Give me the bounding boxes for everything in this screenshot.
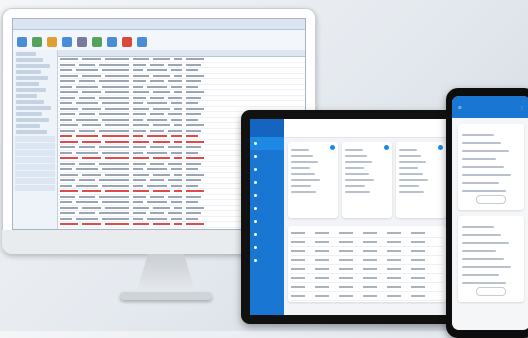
nav-pane-button[interactable] [15,157,55,163]
monitor-stand [136,254,196,294]
tree-item[interactable] [16,64,50,68]
table-row[interactable] [291,292,443,301]
tree-item[interactable] [16,82,39,86]
nav-dot-icon [254,181,257,184]
nav-pane-button[interactable] [15,171,55,177]
tree-item[interactable] [16,106,51,110]
ribbon-button[interactable] [122,37,132,47]
info-icon [330,145,335,150]
table-row[interactable] [291,247,443,256]
table-row[interactable] [291,229,443,238]
info-icon [438,145,443,150]
phone-card-button[interactable] [476,195,506,204]
tablet-sidebar [250,119,284,315]
ribbon-button[interactable] [32,37,42,47]
tablet-nav-item[interactable] [250,163,284,176]
nav-dot-icon [254,233,257,236]
table-row[interactable] [291,256,443,265]
tablet-nav-item[interactable] [250,189,284,202]
nav-dot-icon [254,220,257,223]
tablet-nav-item[interactable] [250,215,284,228]
nav-pane-button[interactable] [15,136,55,142]
tablet-nav-item[interactable] [250,202,284,215]
phone-card[interactable] [458,216,524,302]
tree-item[interactable] [16,118,49,122]
desktop-titlebar [13,19,305,30]
monitor-stand-base [120,292,212,300]
nav-pane-button[interactable] [15,185,55,191]
tablet-nav-item[interactable] [250,176,284,189]
phone-card-button[interactable] [476,287,506,296]
tablet-card[interactable] [342,142,392,218]
grid-header [58,50,305,57]
phone-device: ☰ ⋮ [446,88,528,338]
tablet-main [284,119,450,315]
nav-pane-button[interactable] [15,178,55,184]
nav-pane-button[interactable] [15,143,55,149]
phone-card[interactable] [458,124,524,210]
nav-dot-icon [254,155,257,158]
tree-item[interactable] [16,100,44,104]
table-row[interactable] [291,283,443,292]
table-row[interactable] [291,238,443,247]
ribbon-button[interactable] [47,37,57,47]
nav-dot-icon [254,168,257,171]
nav-dot-icon [254,207,257,210]
phone-header: ☰ ⋮ [452,96,528,118]
nav-dot-icon [254,246,257,249]
tree-item[interactable] [16,130,47,134]
tablet-cards [284,138,450,222]
tree-item[interactable] [16,112,42,116]
tree-item[interactable] [16,76,48,80]
tree-item[interactable] [16,52,36,56]
nav-dot-icon [254,259,257,262]
nav-dot-icon [254,142,257,145]
tablet-card[interactable] [288,142,338,218]
info-icon [384,145,389,150]
tablet-logo [250,119,284,137]
tree-item[interactable] [16,88,46,92]
tablet-nav-item[interactable] [250,228,284,241]
desktop-side-pane [13,50,58,229]
tree-item[interactable] [16,58,43,62]
hamburger-icon[interactable]: ☰ [458,105,462,110]
tablet-nav-item[interactable] [250,241,284,254]
ribbon-button[interactable] [137,37,147,47]
tablet-nav-item[interactable] [250,254,284,267]
nav-dot-icon [254,194,257,197]
tablet-topbar [284,119,450,138]
tree-item[interactable] [16,94,37,98]
tablet-nav-item[interactable] [250,137,284,150]
table-row[interactable] [291,274,443,283]
ribbon-button[interactable] [77,37,87,47]
tree-item[interactable] [16,70,41,74]
nav-pane-button[interactable] [15,150,55,156]
ribbon-button[interactable] [92,37,102,47]
nav-pane-button[interactable] [15,164,55,170]
ribbon-button[interactable] [62,37,72,47]
tablet-nav-item[interactable] [250,150,284,163]
table-row[interactable] [291,265,443,274]
more-icon[interactable]: ⋮ [520,105,524,110]
tablet-device [241,110,459,324]
tablet-screen [250,119,450,315]
phone-cards [452,124,528,302]
ribbon-button[interactable] [107,37,117,47]
ribbon-button[interactable] [17,37,27,47]
tree-item[interactable] [16,124,40,128]
tablet-table [288,226,446,302]
phone-screen: ☰ ⋮ [452,96,528,330]
tablet-card[interactable] [396,142,446,218]
